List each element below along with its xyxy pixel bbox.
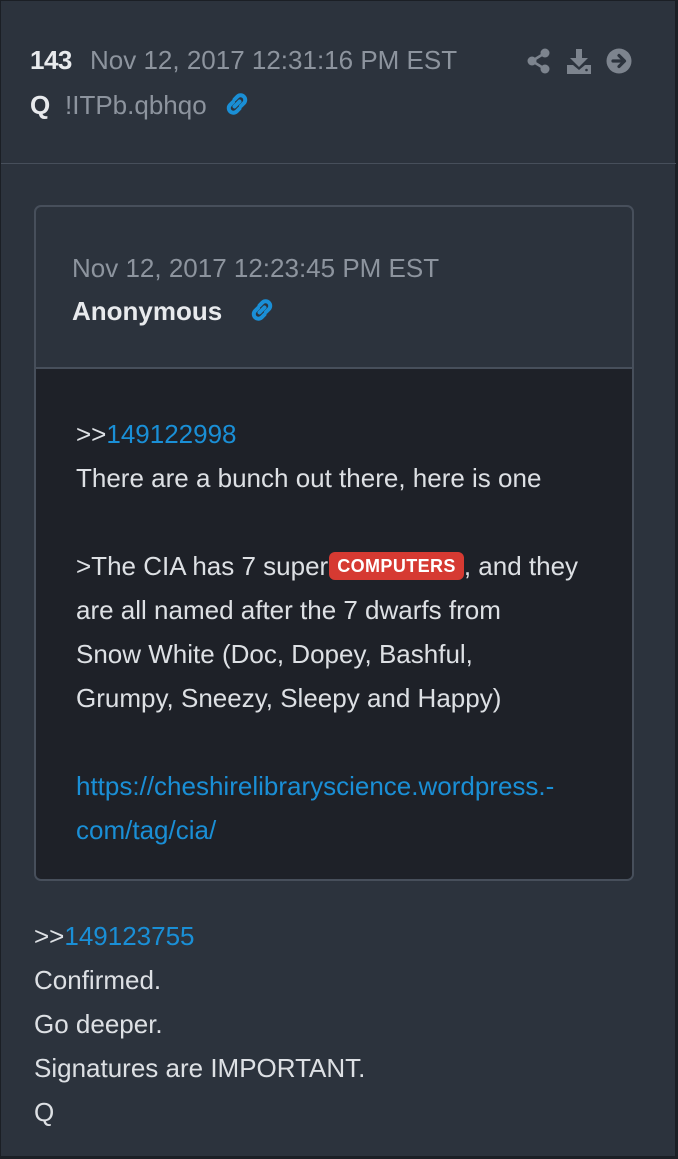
reply-text-line: Signatures are IMPORTANT.	[34, 1053, 366, 1083]
quote-reference-link[interactable]: 149122998	[106, 419, 236, 449]
quoted-post-author: Anonymous	[72, 296, 223, 326]
quoted-post-date: Nov 12, 2017 12:23:45 PM EST	[72, 253, 440, 283]
quoted-greentext-line: >The CIA has 7 super COMPUTERS, and they	[76, 551, 578, 582]
reply-signature: Q	[34, 1097, 55, 1127]
reply-reference-line: >>149123755	[34, 921, 195, 952]
external-url-link-continued[interactable]: com/tag/cia/	[76, 815, 216, 846]
link-icon[interactable]	[222, 89, 252, 119]
quote-prefix: >>	[34, 921, 65, 951]
quoted-text-line: are all named after the 7 dwarfs from	[76, 595, 501, 625]
reply-text-line: Confirmed.	[34, 965, 162, 995]
quoted-text-line: There are a bunch out there, here is one	[76, 463, 542, 493]
reply-text-line: Go deeper.	[34, 1009, 163, 1039]
quoted-reference-line: >>149122998	[76, 419, 237, 450]
post-number: 143	[30, 45, 72, 75]
post-tripcode: !ITPb.qbhqo	[65, 90, 207, 120]
share-icon[interactable]	[525, 47, 553, 75]
external-url-link[interactable]: https://cheshirelibraryscience.wordpress…	[76, 771, 554, 802]
quoted-text-line: Grumpy, Sneezy, Sleepy and Happy)	[76, 683, 502, 713]
post-author: Q	[30, 90, 51, 120]
post-header: 143 Nov 12, 2017 12:31:16 PM EST Q !ITPb…	[1, 1, 677, 164]
quoted-post-body: >>149122998 There are a bunch out there,…	[36, 369, 632, 879]
download-icon[interactable]	[565, 47, 593, 75]
greentext-end: , and they	[463, 551, 579, 581]
link-icon[interactable]	[247, 295, 277, 325]
computers-badge: COMPUTERS	[329, 552, 464, 580]
greentext-start: >The CIA has 7 super	[76, 551, 329, 581]
post-date: Nov 12, 2017 12:31:16 PM EST	[90, 45, 458, 75]
quoted-post: Nov 12, 2017 12:23:45 PM EST Anonymous >…	[34, 205, 634, 881]
forward-icon[interactable]	[605, 47, 633, 75]
post-container: 143 Nov 12, 2017 12:31:16 PM EST Q !ITPb…	[0, 0, 677, 1157]
quoted-post-header: Nov 12, 2017 12:23:45 PM EST Anonymous	[36, 207, 632, 369]
quoted-text-line: Snow White (Doc, Dopey, Bashful,	[76, 639, 473, 669]
post-toolbar	[525, 45, 633, 77]
reply-reference-link[interactable]: 149123755	[64, 921, 194, 951]
quote-prefix: >>	[76, 419, 107, 449]
